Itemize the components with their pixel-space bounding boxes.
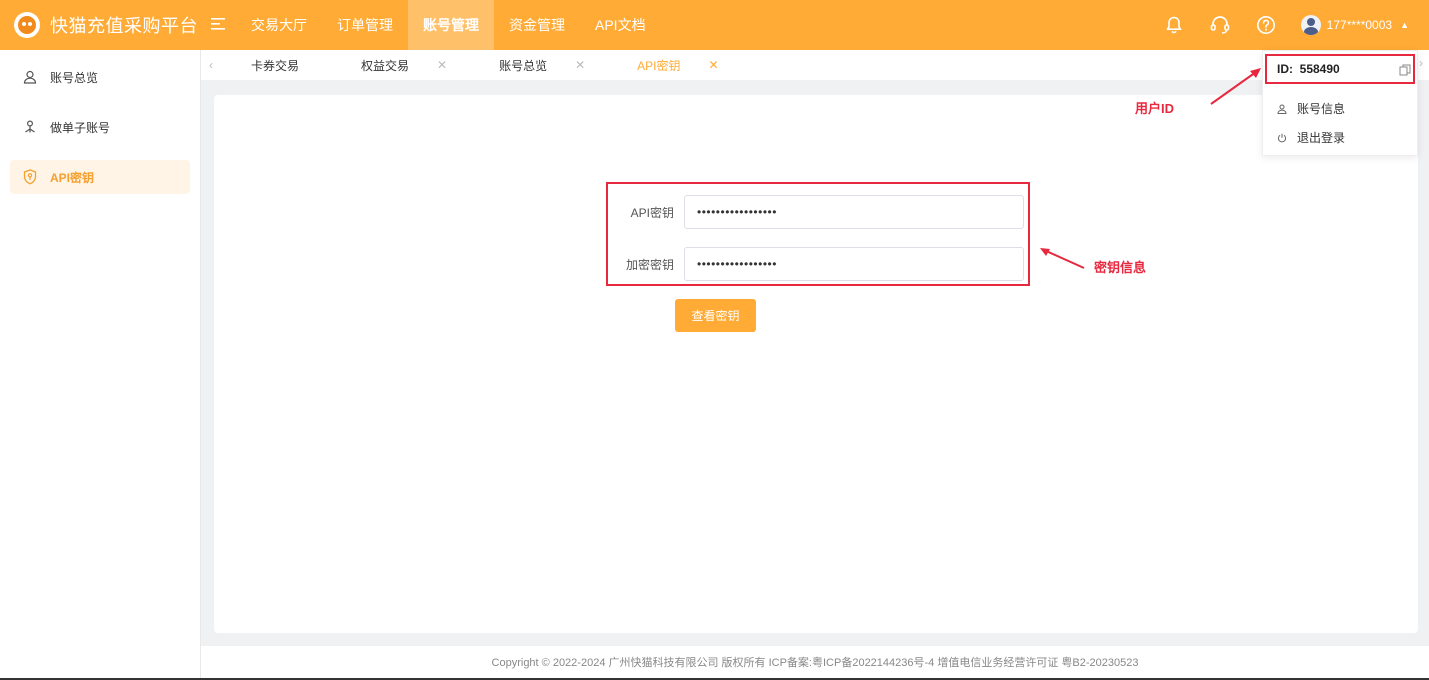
close-icon[interactable]: ✕ [437,58,447,72]
menu-item-label: 账号信息 [1297,102,1346,116]
copyright-text: Copyright © 2022-2024 广州快猫科技有限公司 版权所有 IC… [491,657,1139,669]
api-key-input[interactable]: ••••••••••••••••• [684,195,1024,229]
nav-trading-hall[interactable]: 交易大厅 [236,0,322,50]
annotation-key-info: 密钥信息 [1094,260,1147,275]
user-id-box: ID: 558490 [1265,54,1415,84]
main-content: API密钥 ••••••••••••••••• 加密密钥 •••••••••••… [214,95,1418,633]
tab-label: 卡券交易 [251,58,300,73]
caret-up-icon: ▲ [1400,20,1409,30]
nav-account-management[interactable]: 账号管理 [408,0,494,50]
api-key-label: API密钥 [630,205,674,220]
annotation-arrow-key-info [1040,248,1085,269]
top-bar: 快猫充值采购平台 交易大厅 订单管理 账号管理 资金管理 API文档 177**… [0,0,1429,50]
annotation-user-id: 用户ID [1135,101,1175,116]
encrypt-key-row: 加密密钥 ••••••••••••••••• [614,247,1024,281]
avatar [1300,15,1321,35]
main-nav: 交易大厅 订单管理 账号管理 资金管理 API文档 [236,0,661,50]
bell-icon[interactable] [1161,12,1187,38]
view-key-button[interactable]: 查看密钥 [675,299,756,332]
menu-item-label: 退出登录 [1297,131,1346,145]
sidebar-item-label: 账号总览 [50,70,99,85]
annotation-arrow-user-id [1210,68,1261,105]
user-icon [22,69,38,85]
sidebar: 账号总览 做单子账号 API密钥 [0,50,201,680]
tab-api-key[interactable]: API密钥 ✕ [607,50,740,80]
power-icon [1277,133,1289,143]
footer: Copyright © 2022-2024 广州快猫科技有限公司 版权所有 IC… [201,646,1429,680]
help-icon[interactable] [1253,12,1279,38]
encrypt-key-input[interactable]: ••••••••••••••••• [684,247,1024,281]
close-icon[interactable]: ✕ [575,58,585,72]
chevron-right-icon[interactable]: › [1419,56,1423,70]
tab-account-overview[interactable]: 账号总览 ✕ [469,50,607,80]
app-title: 快猫充值采购平台 [50,16,198,36]
headset-icon[interactable] [1207,12,1233,38]
tab-rights-trading[interactable]: 权益交易 ✕ [321,50,469,80]
tab-label: 账号总览 [499,58,548,73]
user-icon [1277,104,1289,114]
top-right-tools: 177****0003 ▲ [1141,0,1429,50]
tab-card-trading[interactable]: 卡券交易 [221,50,321,80]
nav-api-docs[interactable]: API文档 [580,0,661,50]
nav-order-management[interactable]: 订单管理 [322,0,408,50]
logo[interactable]: 快猫充值采购平台 [0,12,200,38]
api-key-row: API密钥 ••••••••••••••••• [614,195,1024,229]
nav-fund-management[interactable]: 资金管理 [494,0,580,50]
sidebar-item-api-key[interactable]: API密钥 [10,160,190,194]
user-id-text: ID: 558490 [1277,62,1340,76]
sidebar-item-account-overview[interactable]: 账号总览 [10,60,190,94]
sidebar-item-label: 做单子账号 [50,120,111,135]
encrypt-key-label: 加密密钥 [625,257,674,272]
menu-item-account-info[interactable]: 账号信息 [1277,100,1345,117]
user-phone: 177****0003 [1326,18,1393,32]
copy-icon[interactable] [1399,64,1411,79]
shield-icon [22,169,38,185]
sidebar-item-label: API密钥 [50,170,95,185]
user-menu[interactable]: 177****0003 ▲ [1300,15,1409,35]
close-icon[interactable]: ✕ [709,58,719,72]
cat-logo-icon [14,12,40,38]
sub-account-icon [22,119,38,135]
tab-label: 权益交易 [361,58,410,73]
menu-toggle-icon[interactable] [200,17,236,33]
chevron-left-icon[interactable]: ‹ [201,58,221,72]
tab-label: API密钥 [637,58,681,73]
user-dropdown: ID: 558490 账号信息 退出登录 [1262,50,1418,156]
sidebar-item-sub-account[interactable]: 做单子账号 [10,110,190,144]
menu-item-logout[interactable]: 退出登录 [1277,129,1345,146]
